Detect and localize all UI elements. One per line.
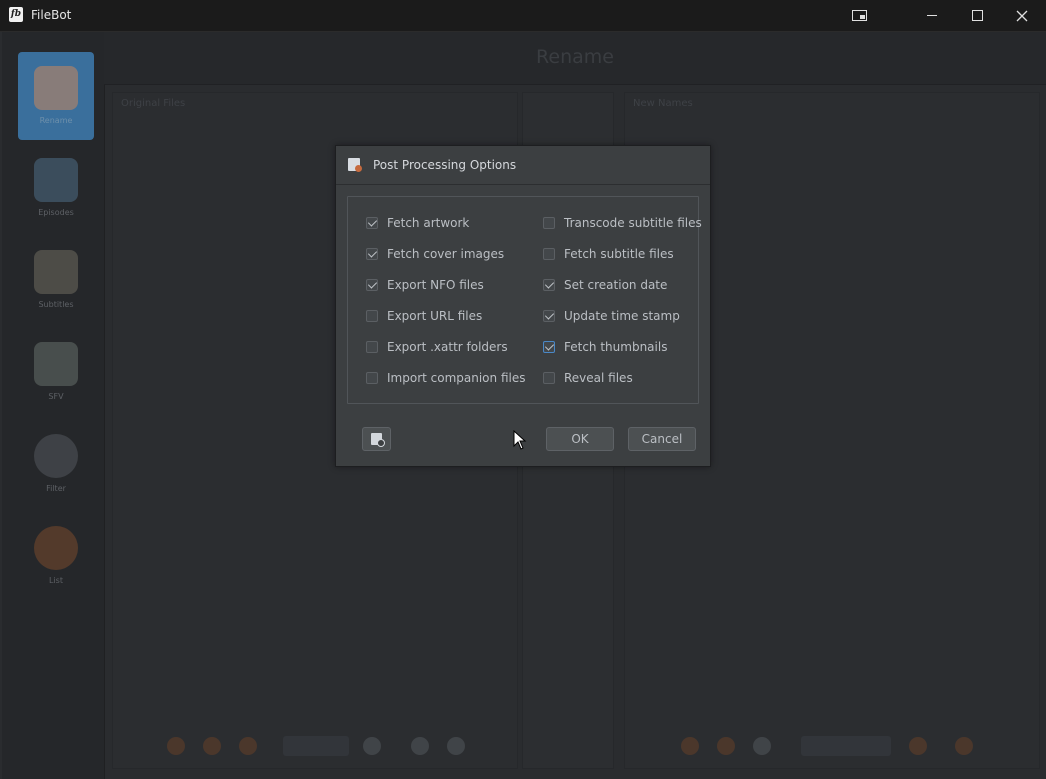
sidebar-item-label: List <box>49 576 63 585</box>
sidebar-item-label: Subtitles <box>38 300 74 309</box>
checkbox[interactable] <box>543 248 555 260</box>
undo-icon[interactable] <box>753 737 771 755</box>
option-label: Fetch subtitle files <box>564 247 674 261</box>
episodes-icon <box>34 158 78 202</box>
dialog-titlebar: Post Processing Options <box>336 146 710 185</box>
toggle-icon[interactable] <box>411 737 429 755</box>
load-icon[interactable] <box>167 737 185 755</box>
panel-toolbar <box>113 732 517 762</box>
checkbox[interactable] <box>543 279 555 291</box>
panel-title: Original Files <box>121 98 186 109</box>
history-icon[interactable] <box>955 737 973 755</box>
sidebar-item-subtitles[interactable]: Subtitles <box>18 236 94 324</box>
load-button[interactable] <box>283 736 349 756</box>
clear-icon[interactable] <box>363 737 381 755</box>
option-label: Export URL files <box>387 309 483 323</box>
sidebar-item-label: Episodes <box>38 208 74 217</box>
sfv-icon <box>34 342 78 386</box>
option-label: Fetch thumbnails <box>564 340 668 354</box>
option-export-url-files[interactable]: Export URL files <box>366 307 482 325</box>
sidebar-item-episodes[interactable]: Episodes <box>18 144 94 232</box>
close-button[interactable] <box>999 0 1045 31</box>
window-title: FileBot <box>31 8 72 22</box>
option-fetch-artwork[interactable]: Fetch artwork <box>366 214 469 232</box>
sidebar-item-filter[interactable]: Filter <box>18 420 94 508</box>
window-titlebar: fb FileBot <box>0 0 1046 32</box>
checkbox[interactable] <box>543 341 555 353</box>
option-import-companion-files[interactable]: Import companion files <box>366 369 525 387</box>
option-transcode-subtitle-files[interactable]: Transcode subtitle files <box>543 214 702 232</box>
edit-script-button[interactable] <box>362 427 391 451</box>
checkbox[interactable] <box>366 372 378 384</box>
minimize-icon <box>927 15 937 16</box>
option-label: Fetch cover images <box>387 247 505 261</box>
sidebar-item-sfv[interactable]: SFV <box>18 328 94 416</box>
mouse-cursor-icon <box>513 430 527 450</box>
option-fetch-subtitle-files[interactable]: Fetch subtitle files <box>543 245 674 263</box>
filter-icon <box>34 434 78 478</box>
script-icon <box>371 433 385 447</box>
panel-toolbar <box>625 732 1039 762</box>
checkbox[interactable] <box>366 310 378 322</box>
maximize-icon <box>971 10 983 21</box>
settings-icon[interactable] <box>447 737 465 755</box>
picture-in-picture-icon <box>851 10 867 21</box>
checkbox[interactable] <box>543 217 555 229</box>
post-processing-dialog: Post Processing Options Fetch artwork Fe… <box>335 145 711 467</box>
option-reveal-files[interactable]: Reveal files <box>543 369 633 387</box>
option-label: Transcode subtitle files <box>564 216 702 230</box>
option-label: Reveal files <box>564 371 633 385</box>
sidebar-item-rename[interactable]: Rename <box>18 52 94 140</box>
checkbox[interactable] <box>366 248 378 260</box>
match-mode-button[interactable] <box>801 736 891 756</box>
ok-button[interactable]: OK <box>546 427 614 451</box>
option-label: Import companion files <box>387 371 526 385</box>
script-icon <box>348 158 362 172</box>
minimize-button[interactable] <box>909 0 955 31</box>
rename-header: Rename <box>104 32 1046 85</box>
option-label: Export NFO files <box>387 278 484 292</box>
sidebar-item-label: SFV <box>48 392 64 401</box>
option-label: Update time stamp <box>564 309 680 323</box>
list-icon <box>34 526 78 570</box>
maximize-button[interactable] <box>954 0 1000 31</box>
add-icon[interactable] <box>203 737 221 755</box>
option-label: Set creation date <box>564 278 668 292</box>
panel-title: New Names <box>633 98 693 109</box>
sidebar: Rename Episodes Subtitles SFV Filter Lis… <box>2 32 105 779</box>
checkbox[interactable] <box>366 341 378 353</box>
option-set-creation-date[interactable]: Set creation date <box>543 276 667 294</box>
fetch-icon[interactable] <box>681 737 699 755</box>
option-export-nfo-files[interactable]: Export NFO files <box>366 276 484 294</box>
close-icon <box>1016 10 1028 21</box>
checkbox[interactable] <box>366 279 378 291</box>
cancel-button[interactable]: Cancel <box>628 427 696 451</box>
option-export-xattr-folders[interactable]: Export .xattr folders <box>366 338 508 356</box>
option-fetch-cover-images[interactable]: Fetch cover images <box>366 245 504 263</box>
options-group: Fetch artwork Fetch cover images Export … <box>347 196 702 404</box>
rename-icon <box>34 66 78 110</box>
checkbox[interactable] <box>366 217 378 229</box>
preset-icon[interactable] <box>909 737 927 755</box>
match-icon[interactable] <box>717 737 735 755</box>
option-update-time-stamp[interactable]: Update time stamp <box>543 307 680 325</box>
option-label: Export .xattr folders <box>387 340 508 354</box>
dialog-title: Post Processing Options <box>373 158 517 172</box>
page-title: Rename <box>536 46 614 68</box>
sidebar-item-label: Filter <box>46 484 66 493</box>
subtitles-icon <box>34 250 78 294</box>
option-fetch-thumbnails[interactable]: Fetch thumbnails <box>543 338 667 356</box>
picture-in-picture-button[interactable] <box>836 0 882 31</box>
option-label: Fetch artwork <box>387 216 470 230</box>
remove-icon[interactable] <box>239 737 257 755</box>
checkbox[interactable] <box>543 372 555 384</box>
sidebar-item-label: Rename <box>39 116 73 125</box>
sidebar-item-list[interactable]: List <box>18 512 94 600</box>
filebot-app-icon: fb <box>9 7 23 22</box>
checkbox[interactable] <box>543 310 555 322</box>
